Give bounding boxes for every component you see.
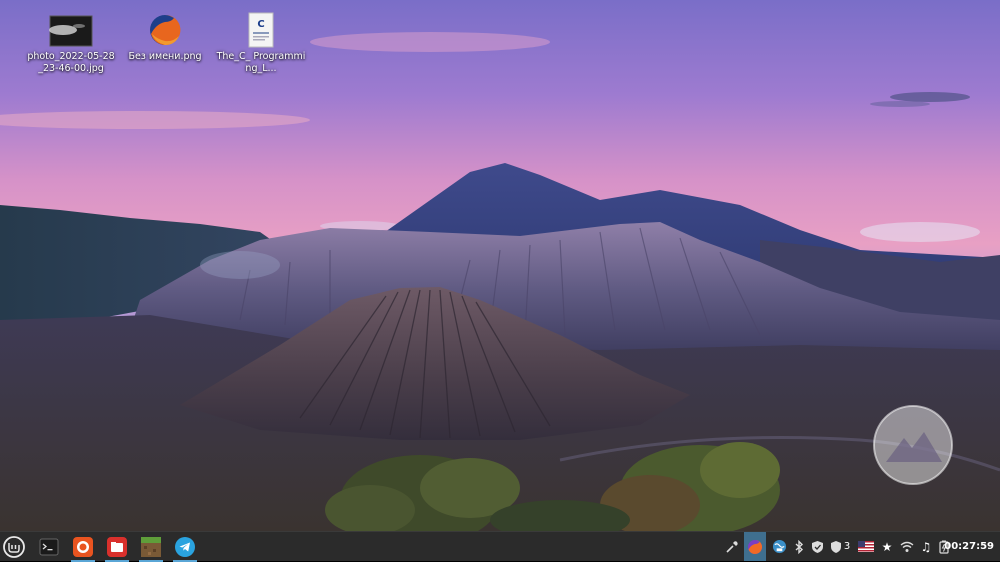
clock[interactable]: 00:27:59 (944, 532, 994, 561)
bluetooth-icon (795, 539, 804, 554)
taskbar-launcher-firefox[interactable] (71, 535, 95, 562)
eyedropper-icon (726, 540, 738, 553)
firefox-icon (73, 537, 93, 557)
main-menu-button[interactable] (2, 535, 26, 559)
tray-color-picker[interactable] (723, 532, 741, 561)
music-note-icon: ♫ (920, 539, 932, 554)
taskbar: 3 ★ ♫ 00:27:59 (0, 531, 1000, 562)
tray-favorites[interactable]: ★ (879, 532, 895, 561)
network-globe-icon (772, 539, 786, 554)
taskbar-launcher-telegram[interactable] (173, 535, 197, 562)
terminal-icon (39, 538, 59, 556)
tray-sound[interactable]: ♫ (918, 532, 934, 561)
desktop[interactable]: photo_2022-05-28_23-46-00.jpg Без имени.… (0, 0, 1000, 531)
star-icon: ★ (881, 539, 893, 554)
us-flag-icon (858, 541, 874, 552)
tray-wifi[interactable] (898, 532, 916, 561)
taskbar-launcher-minecraft[interactable] (139, 535, 163, 562)
desktop-file-photo[interactable]: photo_2022-05-28_23-46-00.jpg (25, 14, 117, 75)
telegram-icon (175, 537, 195, 557)
minecraft-icon (141, 537, 161, 557)
tray-updates[interactable]: 3 (828, 532, 852, 561)
tray-firefox[interactable] (744, 532, 766, 561)
wifi-icon (900, 541, 914, 552)
pdf-document-icon: C (248, 12, 274, 48)
linux-mint-menu-icon (3, 536, 25, 558)
desktop-file-label: Без имени.png (128, 51, 202, 62)
shield-icon (811, 540, 823, 553)
update-shield-icon (830, 540, 841, 553)
update-count: 3 (843, 541, 851, 552)
desktop-file-label: The_C_ Programming_L... (216, 51, 306, 74)
mountain-logo-icon (873, 405, 953, 485)
firefox-image-icon (150, 14, 181, 45)
taskbar-launcher-terminal[interactable] (37, 535, 61, 559)
wallpaper-image (0, 0, 1000, 531)
firefox-tray-icon (748, 539, 763, 554)
tray-network-manager[interactable] (769, 532, 789, 561)
desktop-file-unnamed-png[interactable]: Без имени.png (119, 12, 211, 63)
svg-text:C: C (257, 19, 264, 30)
image-thumbnail-icon (49, 15, 93, 47)
desktop-file-label: photo_2022-05-28_23-46-00.jpg (27, 51, 115, 74)
tray-shield[interactable] (809, 532, 825, 561)
folder-icon (107, 537, 127, 557)
taskbar-launcher-files[interactable] (105, 535, 129, 562)
tray-keyboard-layout[interactable] (856, 532, 876, 561)
tray-bluetooth[interactable] (792, 532, 806, 561)
desktop-file-c-programming[interactable]: C The_C_ Programming_L... (215, 12, 307, 75)
